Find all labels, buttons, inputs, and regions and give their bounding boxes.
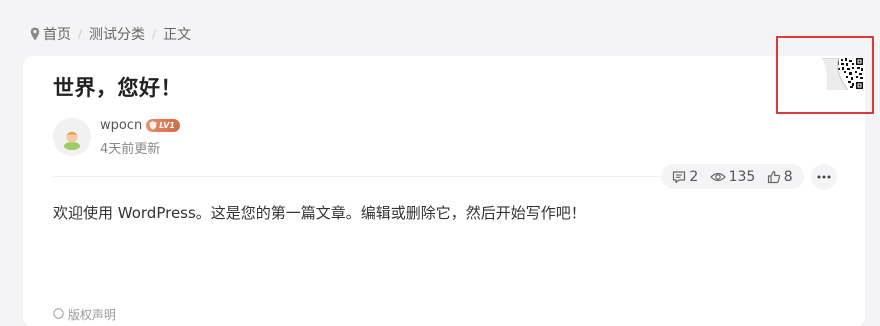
copyright-notice[interactable]: 版权声明 — [53, 306, 116, 323]
copyright-icon — [53, 308, 64, 319]
breadcrumb: 首页 / 测试分类 / 正文 — [30, 24, 191, 44]
view-count-value: 135 — [728, 168, 756, 185]
post-card: 世界，您好！ wpocn LV1 4天前更新 2 135 8 欢迎使用 Word… — [23, 56, 865, 326]
more-button[interactable] — [811, 164, 837, 190]
post-stats: 2 135 8 — [661, 164, 804, 189]
breadcrumb-separator: / — [78, 27, 83, 41]
breadcrumb-category-link[interactable]: 测试分类 — [89, 24, 145, 44]
shield-icon — [149, 121, 157, 130]
breadcrumb-home-link[interactable]: 首页 — [43, 24, 71, 44]
highlight-box — [776, 36, 874, 114]
more-icon — [817, 175, 831, 179]
like-count-value: 8 — [783, 168, 793, 185]
copyright-label: 版权声明 — [67, 308, 116, 322]
like-button[interactable]: 8 — [767, 169, 793, 185]
meta-divider — [53, 176, 673, 177]
comment-icon — [673, 170, 686, 183]
level-badge: LV1 — [146, 119, 180, 132]
post-content: 欢迎使用 WordPress。这是您的第一篇文章。编辑或删除它，然后开始写作吧！ — [53, 204, 586, 222]
breadcrumb-current: 正文 — [163, 27, 192, 43]
author-name[interactable]: wpocn — [100, 118, 142, 133]
view-count: 135 — [709, 168, 756, 185]
comment-count[interactable]: 2 — [672, 169, 698, 185]
level-badge-label: LV1 — [159, 121, 175, 130]
updated-time: 4天前更新 — [100, 142, 161, 157]
comment-count-value: 2 — [689, 168, 699, 185]
thumbs-up-icon — [767, 170, 780, 183]
avatar-image — [53, 118, 91, 156]
author-info: wpocn LV1 — [100, 118, 180, 133]
author-avatar[interactable] — [53, 118, 91, 156]
location-pin-icon — [30, 27, 40, 41]
breadcrumb-separator: / — [152, 27, 157, 41]
post-title: 世界，您好！ — [53, 76, 182, 100]
eye-icon — [709, 172, 726, 181]
